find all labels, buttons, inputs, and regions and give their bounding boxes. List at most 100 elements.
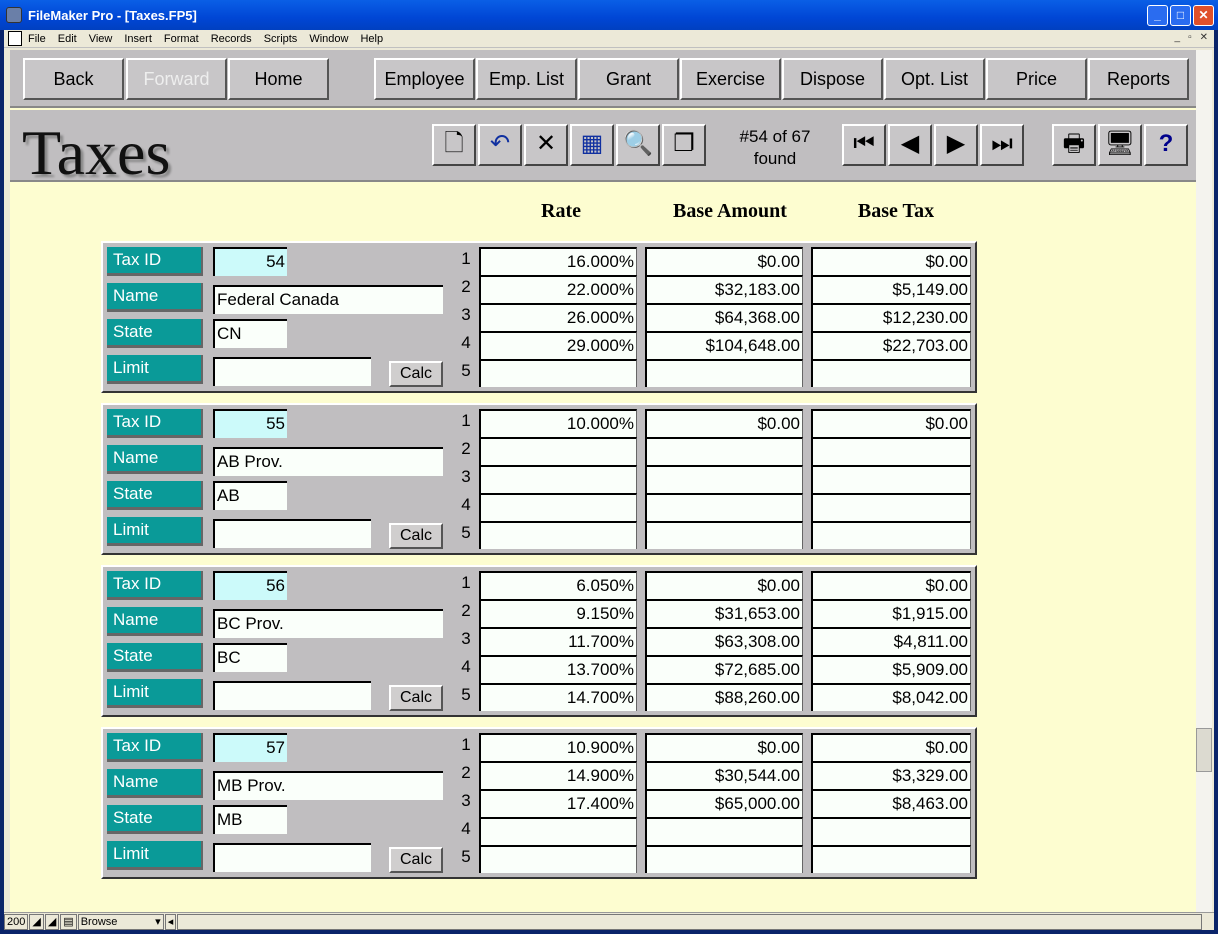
zoom-in-icon[interactable]: ◢ bbox=[44, 913, 60, 930]
nav-button-home[interactable]: Home bbox=[228, 58, 329, 100]
rate-cell[interactable] bbox=[479, 845, 637, 873]
tax-id-field[interactable]: 57 bbox=[213, 733, 287, 762]
base-tax-cell[interactable]: $0.00 bbox=[811, 571, 971, 599]
rate-cell[interactable] bbox=[479, 437, 637, 465]
base-amount-cell[interactable] bbox=[645, 465, 803, 493]
duplicate-icon[interactable]: ❐ bbox=[662, 124, 706, 166]
prev-record-icon[interactable]: ◀ bbox=[888, 124, 932, 166]
rate-cell[interactable]: 6.050% bbox=[479, 571, 637, 599]
undo-icon[interactable]: ↶ bbox=[478, 124, 522, 166]
nav-button-forward[interactable]: Forward bbox=[126, 58, 227, 100]
rate-cell[interactable] bbox=[479, 817, 637, 845]
base-tax-cell[interactable]: $8,463.00 bbox=[811, 789, 971, 817]
base-amount-cell[interactable]: $64,368.00 bbox=[645, 303, 803, 331]
rate-cell[interactable]: 14.900% bbox=[479, 761, 637, 789]
rate-cell[interactable]: 11.700% bbox=[479, 627, 637, 655]
print-icon[interactable]: 🖶 bbox=[1052, 124, 1096, 166]
maximize-icon[interactable]: □ bbox=[1170, 5, 1191, 26]
nav-button-back[interactable]: Back bbox=[23, 58, 124, 100]
base-amount-cell[interactable]: $0.00 bbox=[645, 409, 803, 437]
base-tax-cell[interactable] bbox=[811, 845, 971, 873]
base-amount-cell[interactable] bbox=[645, 817, 803, 845]
base-amount-cell[interactable]: $65,000.00 bbox=[645, 789, 803, 817]
minimize-icon[interactable]: _ bbox=[1147, 5, 1168, 26]
doc-close-icon[interactable]: ✕ bbox=[1200, 32, 1208, 43]
base-tax-cell[interactable] bbox=[811, 465, 971, 493]
name-field[interactable]: Federal Canada bbox=[213, 285, 443, 314]
base-tax-cell[interactable]: $0.00 bbox=[811, 247, 971, 275]
base-tax-cell[interactable] bbox=[811, 521, 971, 549]
rate-cell[interactable] bbox=[479, 521, 637, 549]
close-icon[interactable]: ✕ bbox=[1193, 5, 1214, 26]
rate-cell[interactable] bbox=[479, 359, 637, 387]
tax-id-field[interactable]: 56 bbox=[213, 571, 287, 600]
menu-insert[interactable]: Insert bbox=[124, 33, 152, 45]
computer-icon[interactable]: 🖥 bbox=[1098, 124, 1142, 166]
limit-field[interactable] bbox=[213, 843, 371, 872]
rate-cell[interactable]: 9.150% bbox=[479, 599, 637, 627]
menu-edit[interactable]: Edit bbox=[58, 33, 77, 45]
nav-button-employee[interactable]: Employee bbox=[374, 58, 475, 100]
base-tax-cell[interactable]: $0.00 bbox=[811, 733, 971, 761]
next-record-icon[interactable]: ▶ bbox=[934, 124, 978, 166]
horizontal-scrollbar[interactable] bbox=[177, 913, 1202, 930]
calc-button[interactable]: Calc bbox=[389, 685, 443, 711]
rate-cell[interactable]: 22.000% bbox=[479, 275, 637, 303]
table-view-icon[interactable]: ▦ bbox=[570, 124, 614, 166]
calc-button[interactable]: Calc bbox=[389, 361, 443, 387]
rate-cell[interactable]: 17.400% bbox=[479, 789, 637, 817]
base-amount-cell[interactable]: $104,648.00 bbox=[645, 331, 803, 359]
tax-id-field[interactable]: 54 bbox=[213, 247, 287, 276]
rate-cell[interactable]: 14.700% bbox=[479, 683, 637, 711]
base-tax-cell[interactable]: $12,230.00 bbox=[811, 303, 971, 331]
base-amount-cell[interactable] bbox=[645, 845, 803, 873]
nav-button-opt-list[interactable]: Opt. List bbox=[884, 58, 985, 100]
menu-file[interactable]: File bbox=[28, 33, 46, 45]
tax-id-field[interactable]: 55 bbox=[213, 409, 287, 438]
menu-records[interactable]: Records bbox=[211, 33, 252, 45]
calc-button[interactable]: Calc bbox=[389, 523, 443, 549]
rate-cell[interactable]: 10.000% bbox=[479, 409, 637, 437]
vertical-scrollbar[interactable] bbox=[1196, 50, 1212, 912]
rate-cell[interactable] bbox=[479, 493, 637, 521]
calc-button[interactable]: Calc bbox=[389, 847, 443, 873]
base-tax-cell[interactable] bbox=[811, 359, 971, 387]
nav-button-reports[interactable]: Reports bbox=[1088, 58, 1189, 100]
rate-cell[interactable]: 10.900% bbox=[479, 733, 637, 761]
last-record-icon[interactable]: ⏭ bbox=[980, 124, 1024, 166]
base-amount-cell[interactable] bbox=[645, 437, 803, 465]
status-area-toggle-icon[interactable]: ▤ bbox=[60, 913, 77, 930]
rate-cell[interactable] bbox=[479, 465, 637, 493]
doc-restore-icon[interactable]: ▫ bbox=[1188, 32, 1192, 43]
help-icon[interactable]: ? bbox=[1144, 124, 1188, 166]
nav-button-emp-list[interactable]: Emp. List bbox=[476, 58, 577, 100]
base-amount-cell[interactable] bbox=[645, 521, 803, 549]
base-tax-cell[interactable] bbox=[811, 493, 971, 521]
base-amount-cell[interactable]: $72,685.00 bbox=[645, 655, 803, 683]
new-record-icon[interactable]: 🗋 bbox=[432, 124, 476, 166]
state-field[interactable]: AB bbox=[213, 481, 287, 510]
name-field[interactable]: AB Prov. bbox=[213, 447, 443, 476]
state-field[interactable]: CN bbox=[213, 319, 287, 348]
limit-field[interactable] bbox=[213, 519, 371, 548]
base-tax-cell[interactable] bbox=[811, 817, 971, 845]
delete-icon[interactable]: ✕ bbox=[524, 124, 568, 166]
base-amount-cell[interactable]: $88,260.00 bbox=[645, 683, 803, 711]
base-amount-cell[interactable] bbox=[645, 493, 803, 521]
nav-button-exercise[interactable]: Exercise bbox=[680, 58, 781, 100]
base-tax-cell[interactable] bbox=[811, 437, 971, 465]
base-tax-cell[interactable]: $22,703.00 bbox=[811, 331, 971, 359]
zoom-level[interactable]: 200 bbox=[4, 913, 29, 930]
rate-cell[interactable]: 29.000% bbox=[479, 331, 637, 359]
doc-minimize-icon[interactable]: _ bbox=[1175, 32, 1181, 43]
base-tax-cell[interactable]: $5,149.00 bbox=[811, 275, 971, 303]
base-tax-cell[interactable]: $3,329.00 bbox=[811, 761, 971, 789]
document-icon[interactable] bbox=[8, 31, 22, 46]
limit-field[interactable] bbox=[213, 681, 371, 710]
rate-cell[interactable]: 16.000% bbox=[479, 247, 637, 275]
state-field[interactable]: BC bbox=[213, 643, 287, 672]
menu-view[interactable]: View bbox=[89, 33, 113, 45]
menu-format[interactable]: Format bbox=[164, 33, 199, 45]
base-amount-cell[interactable]: $30,544.00 bbox=[645, 761, 803, 789]
base-amount-cell[interactable]: $32,183.00 bbox=[645, 275, 803, 303]
